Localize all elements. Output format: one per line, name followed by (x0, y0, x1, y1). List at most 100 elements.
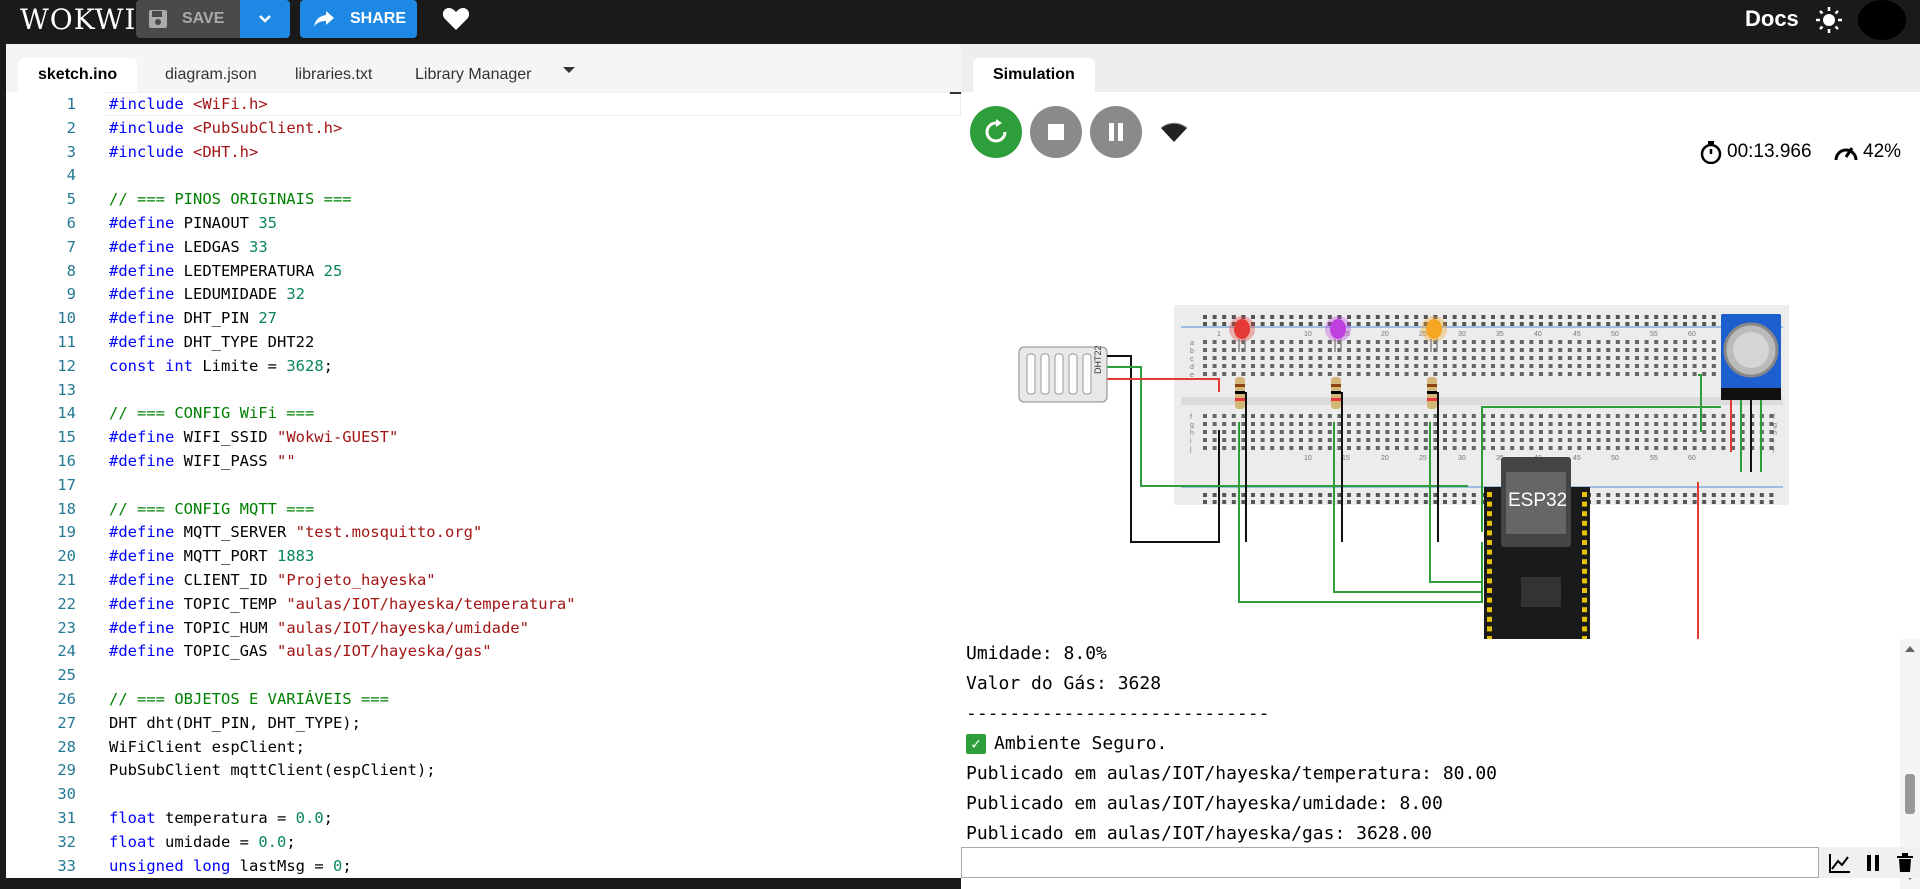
serial-line: Publicado em aulas/IOT/hayeska/gas: 3628… (966, 823, 1432, 844)
breadboard-column-number: 45 (1573, 331, 1581, 338)
clear-serial-button[interactable] (1889, 847, 1920, 878)
code-line[interactable]: 30 (6, 782, 961, 806)
code-line[interactable]: 4 (6, 163, 961, 187)
code-line[interactable]: 23 #define TOPIC_HUM "aulas/IOT/hayeska/u… (6, 616, 961, 640)
breadboard-row-letter: j (1772, 446, 1775, 453)
dht22-sensor: DHT22 (1018, 345, 1108, 403)
code-line[interactable]: 2 #include <PubSubClient.h> (6, 116, 961, 140)
code-line[interactable]: 29 PubSubClient mqttClient(espClient); (6, 758, 961, 782)
serial-input-bar (961, 847, 1920, 878)
heart-icon[interactable] (442, 6, 470, 32)
line-number: 10 (57, 309, 76, 328)
line-number: 27 (57, 713, 76, 732)
serial-line: Umidade: 8.0% (966, 643, 1107, 664)
code-line[interactable]: 1 #include <WiFi.h> (6, 92, 961, 116)
code-line[interactable]: 13 (6, 378, 961, 402)
code-line[interactable]: 15 #define WIFI_SSID "Wokwi-GUEST" (6, 425, 961, 449)
code-line[interactable]: 19 #define MQTT_SERVER "test.mosquitto.or… (6, 520, 961, 544)
code-line[interactable]: 21 #define CLIENT_ID "Projeto_hayeska" (6, 568, 961, 592)
theme-toggle-sun-icon[interactable] (1814, 5, 1844, 35)
docs-link[interactable]: Docs (1745, 6, 1799, 32)
serial-scrollbar-thumb[interactable] (1905, 774, 1915, 814)
resistor (1331, 377, 1341, 409)
line-number: 4 (66, 166, 76, 185)
code-line[interactable]: 16 #define WIFI_PASS "" (6, 449, 961, 473)
code-line[interactable]: 11 #define DHT_TYPE DHT22 (6, 330, 961, 354)
tab-sketch-ino[interactable]: sketch.ino (18, 58, 138, 92)
code-line[interactable]: 20 #define MQTT_PORT 1883 (6, 544, 961, 568)
code-line[interactable]: 14 // === CONFIG WiFi === (6, 401, 961, 425)
breadboard-row-letter: a (1190, 340, 1194, 347)
line-number: 26 (57, 690, 76, 708)
line-number: 30 (57, 785, 76, 804)
code-text: WiFiClient espClient; (109, 737, 305, 756)
pause-icon (1867, 854, 1879, 871)
code-line[interactable]: 12 const int Limite = 3628; (6, 354, 961, 378)
code-line[interactable]: 33 unsigned long lastMsg = 0; (6, 854, 961, 878)
code-text: #define WIFI_SSID "Wokwi-GUEST" (109, 428, 399, 447)
line-number: 9 (66, 285, 76, 304)
code-line[interactable]: 32 float umidade = 0.0; (6, 830, 961, 854)
code-line[interactable]: 3 #include <DHT.h> (6, 140, 961, 164)
wokwi-logo[interactable]: WOKWI (20, 3, 137, 36)
line-number: 1 (66, 95, 76, 113)
code-line[interactable]: 10 #define DHT_PIN 27 (6, 306, 961, 330)
serial-input-field[interactable] (961, 847, 1819, 878)
code-line[interactable]: 18 // === CONFIG MQTT === (6, 497, 961, 521)
breadboard-row-letter: c (1190, 356, 1194, 363)
code-line[interactable]: 6 #define PINAOUT 35 (6, 211, 961, 235)
user-avatar[interactable] (1858, 0, 1906, 40)
simulation-canvas[interactable]: 00:13.966 42% 1 1 10 10 15 15 20 20 25 25 30 30 35 35… (961, 92, 1920, 639)
serial-line: Publicado em aulas/IOT/hayeska/umidade: … (966, 793, 1443, 814)
breadboard-column-number: 10 (1304, 331, 1312, 338)
code-line[interactable]: 24 #define TOPIC_GAS "aulas/IOT/hayeska/g… (6, 639, 961, 663)
line-number: 16 (57, 452, 76, 470)
breadboard-row-letter: d (1190, 364, 1194, 371)
tab-libraries-txt[interactable]: libraries.txt (275, 58, 392, 92)
line-number: 13 (57, 380, 76, 399)
line-number: 25 (57, 666, 76, 685)
line-number: 15 (57, 428, 76, 447)
code-text: DHT dht(DHT_PIN, DHT_TYPE); (109, 713, 361, 732)
line-number: 24 (57, 642, 76, 661)
code-line[interactable]: 26 // === OBJETOS E VARIÁVEIS === (6, 687, 961, 711)
code-line[interactable]: 22 #define TOPIC_TEMP "aulas/IOT/hayeska/… (6, 592, 961, 616)
save-options-dropdown[interactable] (240, 0, 290, 38)
breadboard-column-number: 60 (1688, 331, 1696, 338)
breadboard-column-number: 55 (1650, 455, 1658, 462)
code-line[interactable]: 5 // === PINOS ORIGINAIS === (6, 187, 961, 211)
code-text: #define LEDUMIDADE 32 (109, 285, 305, 304)
tab-library-manager[interactable]: Library Manager (395, 58, 552, 92)
scroll-up-arrow-icon[interactable] (1904, 645, 1916, 653)
top-bar: WOKWI SAVE SHARE Docs (0, 0, 1920, 44)
simulation-panel: Simulation 00:13.966 42% 1 1 10 10 15 15 20 20 2… (961, 44, 1920, 889)
line-number: 5 (66, 190, 76, 209)
save-button[interactable]: SAVE (136, 0, 240, 38)
code-line[interactable]: 7 #define LEDGAS 33 (6, 235, 961, 259)
code-area[interactable]: 1 #include <WiFi.h> 2 #include <PubSubClien… (6, 92, 964, 878)
code-line[interactable]: 28 WiFiClient espClient; (6, 735, 961, 759)
code-editor-panel: sketch.ino diagram.json libraries.txt Li… (6, 44, 964, 878)
code-line[interactable]: 27 DHT dht(DHT_PIN, DHT_TYPE); (6, 711, 961, 735)
line-number: 28 (57, 737, 76, 756)
code-text: // === CONFIG MQTT === (109, 499, 315, 518)
tabs-menu-caret-icon[interactable] (562, 66, 576, 74)
breadboard-column-number: 10 (1304, 455, 1312, 462)
plotter-button[interactable] (1824, 847, 1856, 878)
code-text: #include <DHT.h> (109, 142, 259, 161)
breadboard-row-letter: f (1190, 414, 1192, 421)
line-number: 23 (57, 618, 76, 637)
code-line[interactable]: 9 #define LEDUMIDADE 32 (6, 282, 961, 306)
breadboard-row-letter: g (1773, 422, 1777, 429)
code-line[interactable]: 31 float temperatura = 0.0; (6, 806, 961, 830)
code-line[interactable]: 17 (6, 473, 961, 497)
tab-diagram-json[interactable]: diagram.json (145, 58, 277, 92)
pause-serial-button[interactable] (1857, 847, 1889, 878)
code-line[interactable]: 25 (6, 663, 961, 687)
tab-simulation[interactable]: Simulation (973, 58, 1095, 92)
share-label: SHARE (350, 10, 407, 27)
code-line[interactable]: 8 #define LEDTEMPERATURA 25 (6, 259, 961, 283)
esp32-label: ESP32 (1508, 490, 1567, 511)
line-number: 14 (57, 404, 76, 423)
share-button[interactable]: SHARE (300, 0, 417, 38)
